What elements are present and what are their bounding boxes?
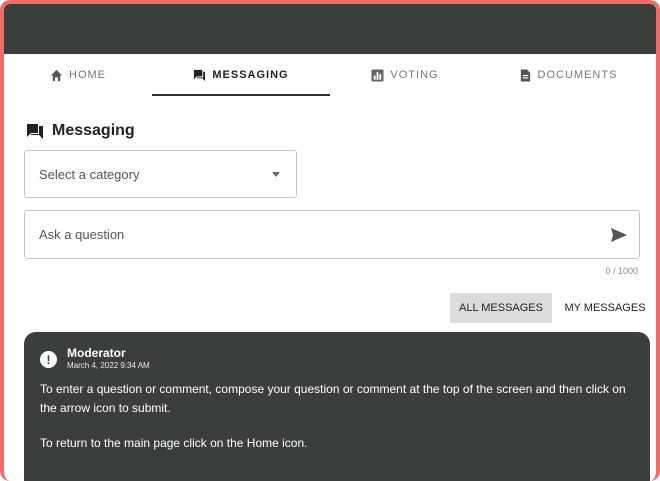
chart-icon [371,68,384,82]
category-select[interactable]: Select a category [24,150,297,198]
page-title: Messaging [26,122,135,140]
top-bar [4,4,656,54]
chat-icon [26,122,44,140]
tab-messaging[interactable]: MESSAGING [152,54,330,96]
tab-messaging-label: MESSAGING [212,69,289,81]
home-icon [50,69,63,82]
app-frame: HOME MESSAGING VOTING DOCUMENTS Messagin… [0,0,660,481]
question-input[interactable]: Ask a question [24,210,640,259]
character-counter: 0 / 1000 [605,266,638,276]
chevron-down-icon [272,172,280,177]
tab-documents-label: DOCUMENTS [537,69,618,81]
send-icon[interactable] [609,225,629,245]
chat-icon [193,69,206,82]
message-author: Moderator [67,346,126,360]
message-paragraph: To enter a question or comment, compose … [40,382,626,415]
message-timestamp: March 4, 2022 9:34 AM [67,361,150,370]
alert-icon: ! [40,351,57,368]
document-icon [519,68,532,82]
tab-documents[interactable]: DOCUMENTS [480,54,656,96]
tab-home-label: HOME [69,69,106,81]
main-tabs: HOME MESSAGING VOTING DOCUMENTS [4,54,656,96]
page-title-text: Messaging [52,122,135,139]
category-select-value: Select a category [39,166,140,182]
tab-voting-label: VOTING [390,69,439,81]
question-input-placeholder: Ask a question [39,227,125,242]
message-paragraph: To return to the main page click on the … [40,436,308,450]
tab-voting[interactable]: VOTING [330,54,480,96]
message-header: ! Moderator March 4, 2022 9:34 AM [40,346,634,370]
tab-home[interactable]: HOME [4,54,152,96]
filter-all-messages[interactable]: ALL MESSAGES [450,293,552,323]
message-card: ! Moderator March 4, 2022 9:34 AM To ent… [24,332,650,481]
filter-my-messages[interactable]: MY MESSAGES [558,293,652,323]
